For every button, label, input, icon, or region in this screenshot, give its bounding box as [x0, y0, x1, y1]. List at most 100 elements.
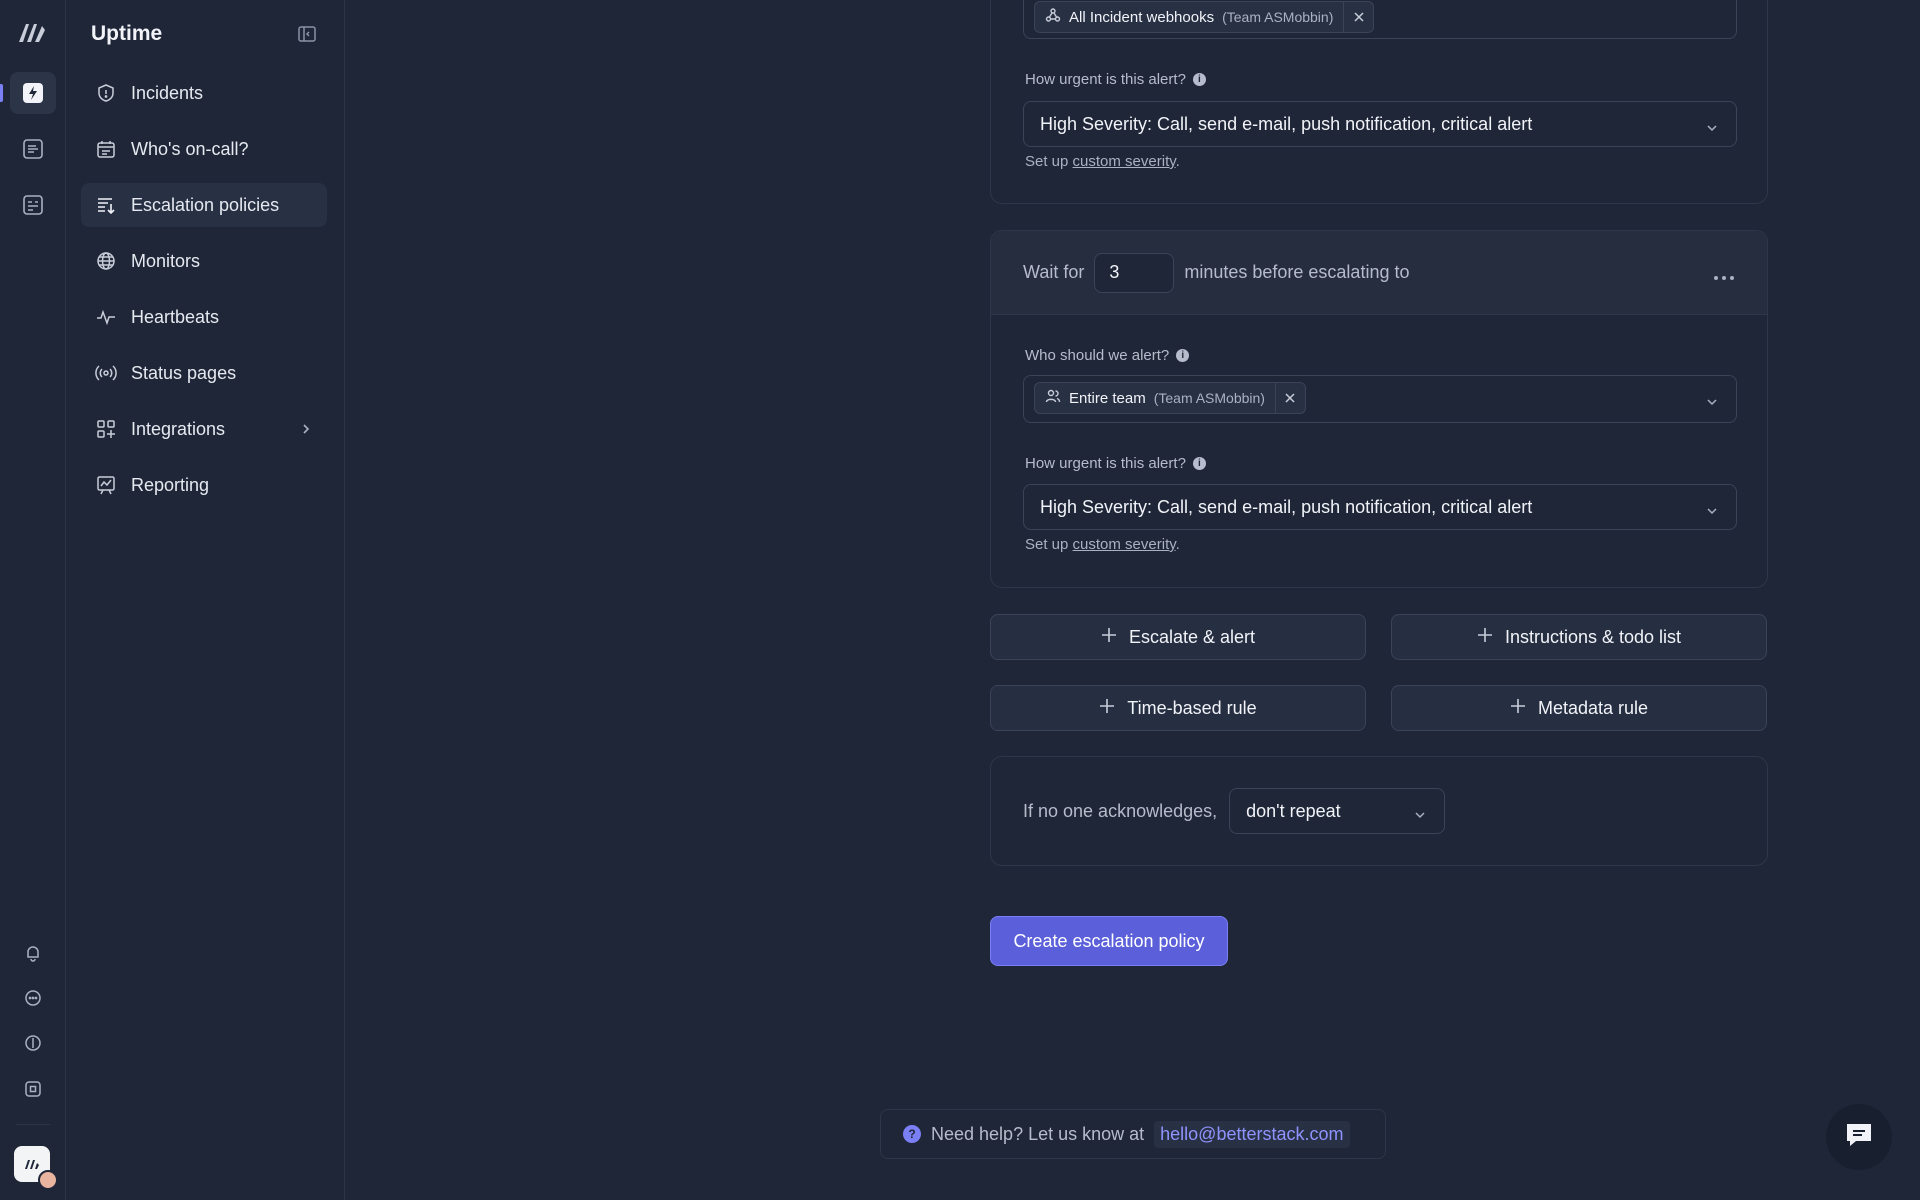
- sidebar: Uptime Incidents Who's on-call? Escalati…: [67, 0, 345, 1200]
- time-based-rule-button[interactable]: Time-based rule: [990, 685, 1366, 731]
- alert-targets-select[interactable]: All Incident webhooks (Team ASMobbin): [1023, 0, 1737, 39]
- target-tag-team: (Team ASMobbin): [1153, 390, 1265, 406]
- urgency-value: High Severity: Call, send e-mail, push n…: [1040, 113, 1533, 134]
- sidebar-item-label: Reporting: [131, 474, 210, 495]
- wait-prefix: Wait for: [1023, 262, 1085, 282]
- chat-icon[interactable]: [14, 981, 52, 1015]
- target-tag: All Incident webhooks (Team ASMobbin): [1034, 1, 1375, 33]
- button-label: Time-based rule: [1127, 697, 1257, 718]
- pulse-icon: [95, 306, 117, 328]
- product-rail: [0, 0, 66, 1200]
- sidebar-item-label: Integrations: [131, 418, 226, 439]
- sidebar-title: Uptime: [91, 22, 163, 45]
- target-tag-team: (Team ASMobbin): [1222, 9, 1334, 25]
- info-icon[interactable]: i: [1192, 73, 1206, 86]
- globe-icon: [95, 250, 117, 272]
- create-escalation-policy-button[interactable]: Create escalation policy: [990, 916, 1228, 966]
- alert-targets-select[interactable]: Entire team (Team ASMobbin): [1023, 375, 1737, 423]
- plus-icon: [1099, 698, 1115, 719]
- chevron-down-icon: [1706, 392, 1718, 413]
- target-tag-label: Entire team: [1069, 389, 1146, 407]
- urgency-label-text: How urgent is this alert?: [1025, 455, 1186, 472]
- info-icon[interactable]: i: [1176, 349, 1190, 362]
- plus-icon: [1477, 627, 1493, 648]
- more-options-icon[interactable]: [1713, 265, 1735, 286]
- collapse-sidebar-icon[interactable]: [297, 24, 317, 44]
- hint-prefix: Set up: [1025, 153, 1073, 170]
- help-bar: ? Need help? Let us know at hello@better…: [880, 1109, 1386, 1159]
- status-icon[interactable]: [14, 1026, 52, 1060]
- custom-severity-link[interactable]: custom severity: [1073, 536, 1176, 553]
- button-label: Metadata rule: [1537, 697, 1649, 718]
- urgency-select[interactable]: High Severity: Call, send e-mail, push n…: [1023, 101, 1737, 147]
- repeat-label: If no one acknowledges,: [1023, 800, 1218, 821]
- urgency-label-text: How urgent is this alert?: [1025, 71, 1186, 88]
- custom-severity-link[interactable]: custom severity: [1073, 153, 1176, 170]
- help-email-link[interactable]: hello@betterstack.com: [1154, 1120, 1350, 1148]
- betterstack-logo-icon[interactable]: [17, 20, 49, 46]
- button-label: Escalate & alert: [1128, 626, 1256, 647]
- repeat-card: If no one acknowledges, don't repeat: [990, 756, 1768, 866]
- dashboards-icon[interactable]: [10, 184, 56, 226]
- remove-tag-icon[interactable]: [1274, 383, 1305, 413]
- question-icon: ?: [903, 1125, 921, 1143]
- sidebar-item-monitors[interactable]: Monitors: [81, 239, 327, 283]
- sidebar-item-escalation-policies[interactable]: Escalation policies: [81, 183, 327, 227]
- repeat-select[interactable]: don't repeat: [1229, 788, 1446, 834]
- chevron-right-icon: [299, 420, 313, 441]
- instructions-todo-button[interactable]: Instructions & todo list: [1391, 614, 1767, 660]
- logs-icon[interactable]: [10, 128, 56, 170]
- sidebar-item-reporting[interactable]: Reporting: [81, 463, 327, 507]
- chat-widget-button[interactable]: [1826, 1104, 1892, 1170]
- hint-suffix: .: [1175, 153, 1180, 170]
- shield-alert-icon: [95, 82, 117, 104]
- plus-icon: [1101, 627, 1117, 648]
- repeat-value: don't repeat: [1246, 800, 1341, 821]
- button-label: Instructions & todo list: [1504, 626, 1682, 647]
- custom-severity-hint: Set up custom severity.: [1025, 536, 1180, 553]
- uptime-icon[interactable]: [10, 72, 56, 114]
- webhook-icon: [1045, 7, 1061, 27]
- sidebar-item-heartbeats[interactable]: Heartbeats: [81, 295, 327, 339]
- chart-board-icon: [95, 474, 117, 496]
- target-tag: Entire team (Team ASMobbin): [1034, 382, 1306, 414]
- urgency-select[interactable]: High Severity: Call, send e-mail, push n…: [1023, 484, 1737, 530]
- urgency-label: How urgent is this alert? i: [1025, 455, 1206, 472]
- bell-icon[interactable]: [14, 936, 52, 970]
- info-icon[interactable]: i: [1192, 457, 1206, 470]
- escalation-step-card: Wait for 3 minutes before escalating to …: [990, 230, 1768, 588]
- hint-suffix: .: [1175, 536, 1180, 553]
- grid-plus-icon: [95, 418, 117, 440]
- wait-minutes-input[interactable]: 3: [1094, 252, 1175, 293]
- urgency-label: How urgent is this alert? i: [1025, 71, 1206, 88]
- help-text: Need help? Let us know at: [931, 1123, 1145, 1144]
- remove-tag-icon[interactable]: [1343, 2, 1373, 32]
- command-icon[interactable]: [14, 1072, 52, 1106]
- wait-suffix: minutes before escalating to: [1184, 262, 1410, 282]
- list-arrow-icon: [95, 194, 117, 216]
- metadata-rule-button[interactable]: Metadata rule: [1391, 685, 1767, 731]
- sidebar-item-label: Incidents: [131, 82, 204, 103]
- escalate-alert-button[interactable]: Escalate & alert: [990, 614, 1366, 660]
- user-avatar[interactable]: [38, 1170, 58, 1190]
- sidebar-item-status-pages[interactable]: Status pages: [81, 351, 327, 395]
- sidebar-item-integrations[interactable]: Integrations: [81, 407, 327, 451]
- sidebar-item-label: Status pages: [131, 362, 237, 383]
- sidebar-item-on-call[interactable]: Who's on-call?: [81, 127, 327, 171]
- target-tag-label: All Incident webhooks: [1069, 8, 1215, 26]
- urgency-value: High Severity: Call, send e-mail, push n…: [1040, 496, 1533, 517]
- broadcast-icon: [95, 362, 117, 384]
- sidebar-item-label: Escalation policies: [131, 194, 280, 215]
- sidebar-item-incidents[interactable]: Incidents: [81, 71, 327, 115]
- who-label-text: Who should we alert?: [1025, 347, 1170, 364]
- custom-severity-hint: Set up custom severity.: [1025, 153, 1180, 170]
- calendar-icon: [95, 138, 117, 160]
- chevron-down-icon: [1706, 118, 1718, 139]
- sidebar-item-label: Monitors: [131, 250, 201, 271]
- sidebar-item-label: Heartbeats: [131, 306, 220, 327]
- who-label: Who should we alert? i: [1025, 347, 1190, 364]
- sidebar-item-label: Who's on-call?: [131, 138, 249, 159]
- main-content: All Incident webhooks (Team ASMobbin) Ho…: [346, 0, 1920, 1200]
- hint-prefix: Set up: [1025, 536, 1073, 553]
- users-icon: [1045, 388, 1061, 408]
